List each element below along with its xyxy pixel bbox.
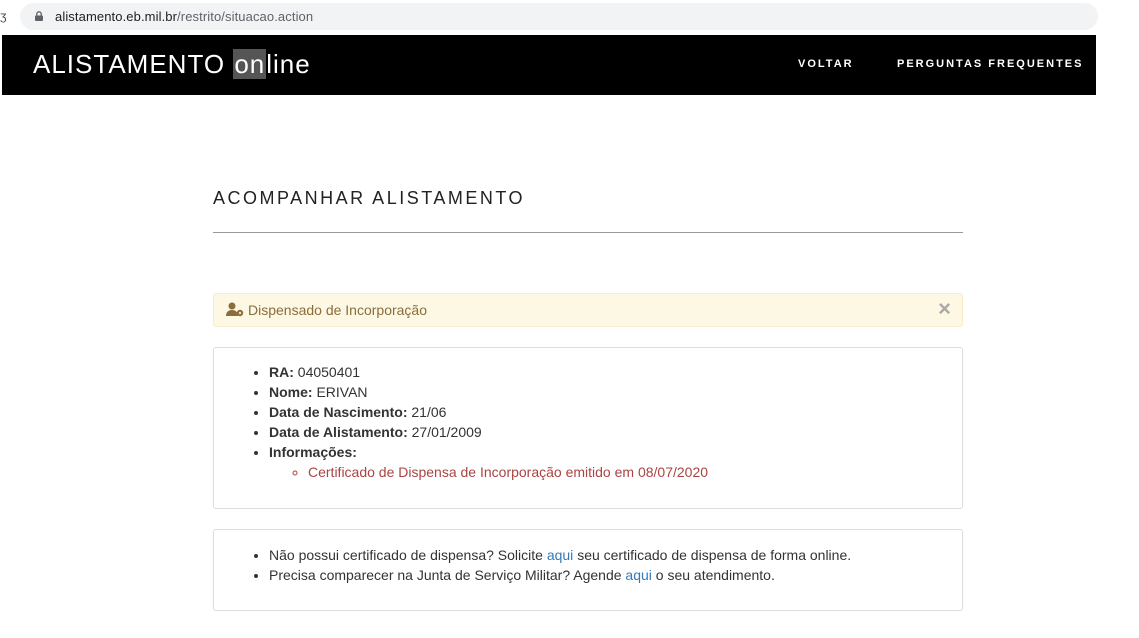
help-line2-before: Precisa comparecer na Junta de Serviço M… — [269, 567, 622, 583]
list-item-birth-date: Data de Nascimento: 21/06 — [269, 402, 962, 422]
user-icon — [226, 302, 244, 317]
name-label: Nome: — [269, 384, 313, 400]
request-certificate-link[interactable]: aqui — [547, 547, 573, 563]
enlistment-details-panel: RA: 04050401 Nome: ERIVAN Data de Nascim… — [213, 347, 963, 509]
enlistment-date-label: Data de Alistamento: — [269, 424, 408, 440]
list-item-informacoes: Informações: Certificado de Dispensa de … — [269, 442, 962, 482]
birth-date-label: Data de Nascimento: — [269, 404, 408, 420]
alert-text: Dispensado de Incorporação — [248, 302, 428, 318]
url-text[interactable]: alistamento.eb.mil.br/restrito/situacao.… — [55, 9, 313, 24]
list-item-nome: Nome: ERIVAN — [269, 382, 962, 402]
info-item: Certificado de Dispensa de Incorporação … — [308, 462, 962, 482]
help-line1-before: Não possui certificado de dispensa? Soli… — [269, 547, 543, 563]
nav-faq-link[interactable]: PERGUNTAS FREQUENTES — [897, 58, 1083, 70]
window-edge-glyph: ʒ — [0, 9, 7, 23]
help-item-schedule: Precisa comparecer na Junta de Serviço M… — [269, 565, 962, 585]
ra-value: 04050401 — [297, 364, 361, 380]
help-panel: Não possui certificado de dispensa? Soli… — [213, 529, 963, 611]
help-list: Não possui certificado de dispensa? Soli… — [214, 545, 962, 585]
lock-icon[interactable] — [34, 11, 44, 21]
info-sublist: Certificado de Dispensa de Incorporação … — [269, 462, 962, 482]
nav-voltar-link[interactable]: VOLTAR — [798, 58, 854, 70]
details-list: RA: 04050401 Nome: ERIVAN Data de Nascim… — [214, 362, 962, 482]
info-label: Informações: — [269, 444, 357, 460]
list-item-enlistment-date: Data de Alistamento: 27/01/2009 — [269, 422, 962, 442]
url-path: /restrito/situacao.action — [177, 9, 314, 24]
brand-suffix: line — [266, 49, 311, 79]
status-alert: Dispensado de Incorporação × — [213, 293, 963, 327]
help-item-certificate: Não possui certificado de dispensa? Soli… — [269, 545, 962, 565]
page-title: ACOMPANHAR ALISTAMENTO — [213, 188, 526, 208]
help-line1-after: seu certificado de dispensa de forma onl… — [577, 547, 852, 563]
site-navbar: ALISTAMENTO online VOLTAR PERGUNTAS FREQ… — [2, 35, 1096, 95]
address-bar[interactable]: alistamento.eb.mil.br/restrito/situacao.… — [20, 3, 1098, 30]
birth-date-value: 21/06 — [411, 404, 447, 420]
enlistment-date-value: 27/01/2009 — [411, 424, 482, 440]
help-line2-after: o seu atendimento. — [655, 567, 775, 583]
title-divider — [213, 232, 963, 233]
brand-highlight: on — [233, 49, 267, 79]
brand-prefix: ALISTAMENTO — [33, 49, 226, 79]
schedule-appointment-link[interactable]: aqui — [625, 567, 651, 583]
url-host: alistamento.eb.mil.br — [55, 9, 178, 24]
site-logo[interactable]: ALISTAMENTO online — [33, 49, 311, 80]
name-value: ERIVAN — [316, 384, 368, 400]
close-alert-button[interactable]: × — [938, 297, 951, 321]
browser-address-area: ʒ alistamento.eb.mil.br/restrito/situaca… — [0, 0, 1100, 34]
list-item-ra: RA: 04050401 — [269, 362, 962, 382]
ra-label: RA: — [269, 364, 294, 380]
